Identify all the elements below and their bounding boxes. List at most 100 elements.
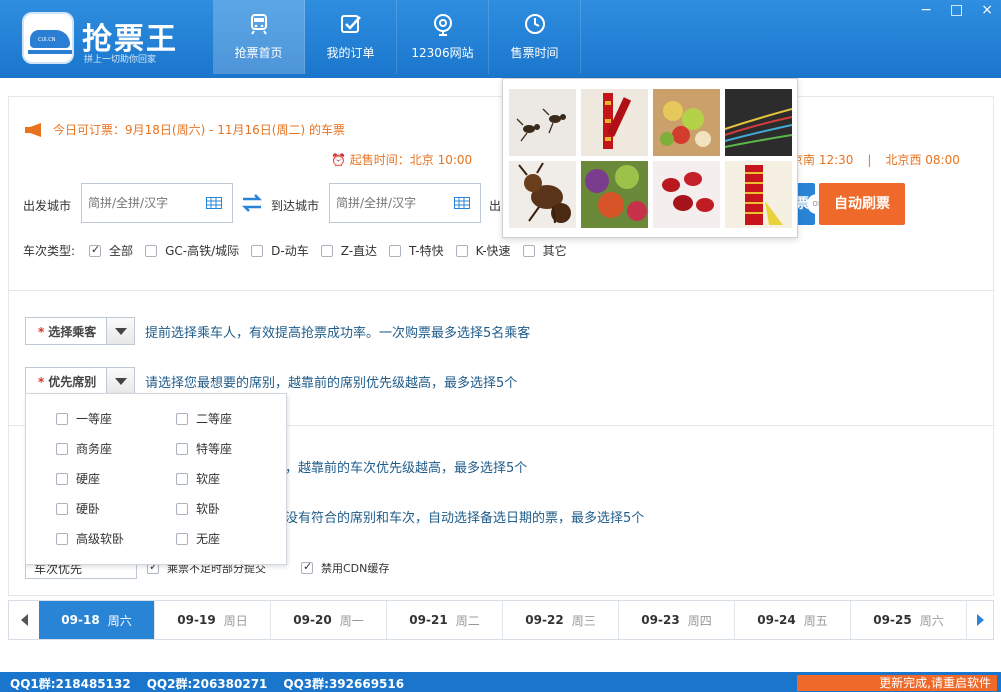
seat-second-class[interactable]: 二等座 (176, 410, 232, 427)
to-city-label: 到达城市 (271, 199, 320, 213)
seat-label: 硬座 (76, 472, 101, 486)
chevron-left-icon (20, 614, 28, 626)
checkbox-icon[interactable] (56, 472, 68, 485)
date-tab-0923[interactable]: 09-23 周四 (619, 601, 735, 639)
swap-cities-icon[interactable] (241, 194, 263, 212)
update-status[interactable]: 更新完成,请重启软件 (797, 675, 997, 691)
date-tab-0924[interactable]: 09-24 周五 (735, 601, 851, 639)
backup-date-hint: 没有符合的席别和车次，自动选择备选日期的票，最多选择5个 (285, 511, 645, 526)
sale-time-text: 起售时间：北京 10:00 (349, 153, 473, 167)
type-t-label: T-特快 (409, 244, 444, 258)
required-star: * (38, 374, 45, 389)
date-tab-0918[interactable]: 09-18 周六 (39, 601, 155, 639)
next-dates-button[interactable] (965, 601, 995, 639)
vegetables-image[interactable] (581, 161, 648, 228)
seat-label: 特等座 (196, 442, 233, 456)
type-d[interactable]: D-动车 (251, 242, 309, 259)
chevron-down-icon[interactable] (106, 368, 135, 394)
threads-image[interactable] (725, 89, 792, 156)
passenger-select[interactable]: * 选择乘客 (25, 317, 136, 345)
minimize-button[interactable]: − (920, 2, 932, 18)
checkbox-checked-icon[interactable] (301, 560, 313, 574)
seat-standing[interactable]: 无座 (176, 530, 220, 547)
prev-dates-button[interactable] (9, 601, 39, 639)
qq-group-3[interactable]: QQ3群:392669516 (283, 675, 404, 692)
seat-label: 商务座 (76, 442, 113, 456)
firecracker-string-image[interactable] (725, 161, 792, 228)
seat-soft-seat[interactable]: 软座 (176, 470, 220, 487)
type-z[interactable]: Z-直达 (320, 242, 378, 259)
sale-time-separator: | (867, 153, 872, 167)
nav-orders[interactable]: 我的订单 (305, 0, 397, 74)
date-weekday: 周二 (455, 613, 480, 628)
checkbox-icon[interactable] (56, 412, 68, 425)
checkbox-icon[interactable] (251, 244, 264, 257)
firecracker-image[interactable] (581, 89, 648, 156)
type-other[interactable]: 其它 (522, 242, 567, 259)
checkbox-icon[interactable] (176, 442, 188, 455)
date-tab-0922[interactable]: 09-22 周三 (503, 601, 619, 639)
auto-refresh-button[interactable]: 自动刷票 (819, 183, 905, 225)
checkbox-icon[interactable] (56, 502, 68, 515)
date-tab-0925[interactable]: 09-25 周六 (851, 601, 967, 639)
sale-time-jingnan: 京南 12:30 (791, 153, 854, 167)
checkbox-icon[interactable] (176, 532, 188, 545)
date-value: 09-24 (757, 613, 796, 627)
disable-cdn-option[interactable]: 禁用CDN缓存 (301, 560, 389, 576)
nav-12306-label: 12306网站 (411, 46, 474, 60)
checkbox-icon[interactable] (522, 244, 535, 257)
seat-priority-select[interactable]: * 优先席别 (25, 367, 136, 395)
checkbox-icon[interactable] (320, 244, 333, 257)
type-k[interactable]: K-快速 (455, 242, 511, 259)
window-controls: − □ × (920, 2, 993, 18)
red-dates-image[interactable] (653, 161, 720, 228)
train-icon (250, 14, 267, 35)
date-tab-0921[interactable]: 09-21 周二 (387, 601, 503, 639)
nav-home[interactable]: 抢票首页 (213, 0, 305, 74)
seat-soft-sleeper[interactable]: 软卧 (176, 500, 220, 517)
date-tab-0919[interactable]: 09-19 周日 (155, 601, 271, 639)
date-weekday: 周日 (223, 613, 248, 628)
checkbox-icon[interactable] (176, 472, 188, 485)
close-button[interactable]: × (981, 2, 993, 18)
checkbox-icon[interactable] (56, 442, 68, 455)
nav-12306[interactable]: 12306网站 (397, 0, 489, 74)
seat-dropdown-panel: 一等座 二等座 商务座 特等座 硬座 软座 硬卧 软卧 高级软卧 无座 (25, 393, 287, 565)
checkbox-icon[interactable] (389, 244, 402, 257)
type-gc[interactable]: GC-高铁/城际 (145, 242, 239, 259)
image-popup (502, 78, 798, 238)
ant-closeup-image[interactable] (509, 161, 576, 228)
city-picker-icon-2[interactable] (454, 197, 470, 209)
seat-premium[interactable]: 特等座 (176, 440, 232, 457)
seat-first-class[interactable]: 一等座 (56, 410, 112, 427)
chevron-down-icon[interactable] (106, 318, 135, 344)
qq-groups: QQ1群:218485132 QQ2群:206380271 QQ3群:39266… (10, 675, 404, 692)
type-other-label: 其它 (542, 244, 567, 258)
date-tab-0920[interactable]: 09-20 周一 (271, 601, 387, 639)
passenger-hint: 提前选择乘车人，有效提高抢票成功率。一次购票最多选择5名乘客 (145, 326, 531, 341)
checkbox-icon[interactable] (455, 244, 468, 257)
nav-sale-time[interactable]: 售票时间 (489, 0, 581, 74)
seat-hard-sleeper[interactable]: 硬卧 (56, 500, 100, 517)
city-picker-icon[interactable] (206, 197, 222, 209)
qq-group-2[interactable]: QQ2群:206380271 (147, 675, 268, 692)
train-type-filter: 车次类型: 全部 GC-高铁/城际 D-动车 Z-直达 T-特快 K-快速 其它 (23, 242, 579, 259)
type-all[interactable]: 全部 (89, 242, 133, 259)
type-z-label: Z-直达 (340, 244, 378, 258)
ants-image[interactable] (509, 89, 576, 156)
type-t[interactable]: T-特快 (389, 242, 444, 259)
date-weekday: 周六 (107, 613, 132, 628)
seat-business[interactable]: 商务座 (56, 440, 112, 457)
maximize-button[interactable]: □ (950, 2, 963, 18)
checkbox-icon[interactable] (176, 412, 188, 425)
seat-deluxe-sleeper[interactable]: 高级软卧 (56, 530, 124, 547)
checkbox-icon[interactable] (56, 532, 68, 545)
salad-image[interactable] (653, 89, 720, 156)
seat-hard-seat[interactable]: 硬座 (56, 470, 100, 487)
required-star: * (38, 324, 45, 339)
checkbox-icon[interactable] (145, 244, 158, 257)
checkbox-icon[interactable] (176, 502, 188, 515)
qq-group-1[interactable]: QQ1群:218485132 (10, 675, 131, 692)
checkbox-checked-icon[interactable] (89, 243, 102, 257)
app-subtitle: 拼上一切助你回家 (84, 55, 157, 65)
